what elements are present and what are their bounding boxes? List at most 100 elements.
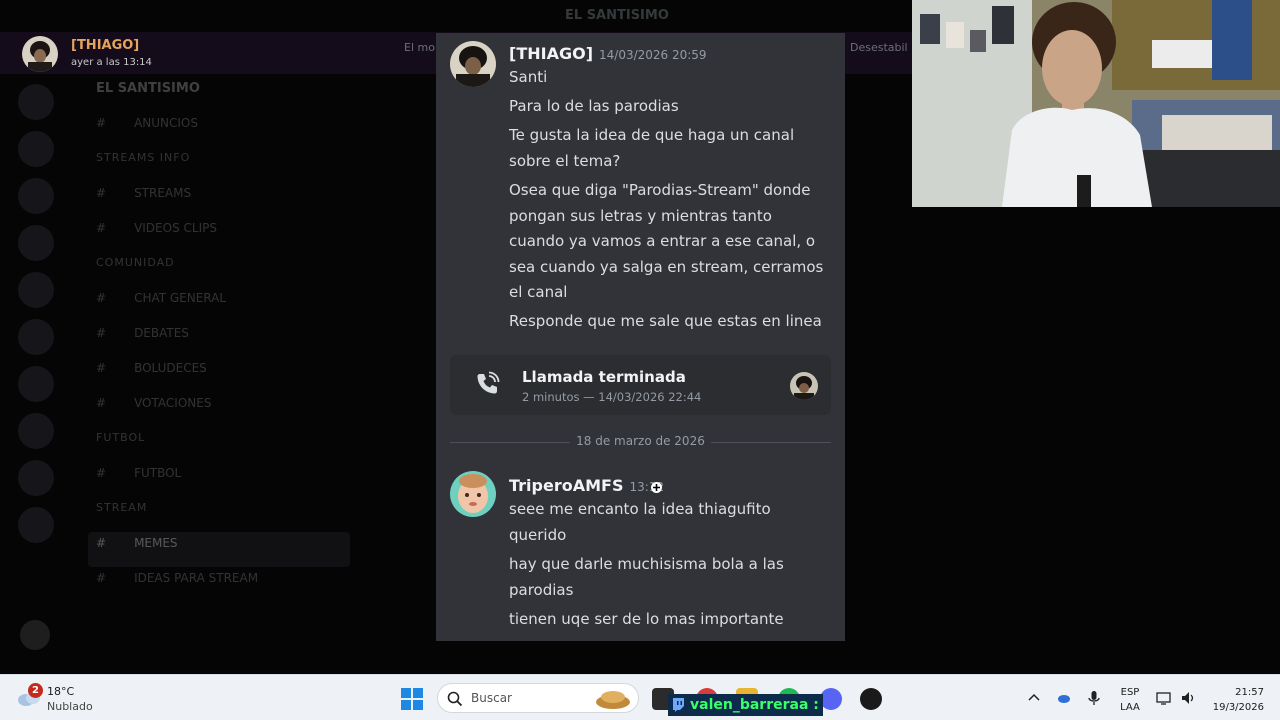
- channel-label: FUTBOL: [134, 466, 182, 480]
- avatar[interactable]: [450, 41, 496, 87]
- weather-condition[interactable]: Nublado: [47, 700, 93, 713]
- call-ended-card: Llamada terminada 2 minutos — 14/03/2026…: [450, 355, 831, 415]
- message-line: Te gusta la idea de que haga un canal: [509, 126, 795, 144]
- channel-label: DEBATES: [134, 326, 189, 340]
- avatar[interactable]: [20, 620, 50, 650]
- message-line: pongan sus letras y mientras tanto: [509, 207, 772, 225]
- server-list: [18, 84, 58, 554]
- date-divider: 18 de marzo de 2026: [450, 433, 831, 451]
- weather-temperature[interactable]: 18°C: [47, 685, 74, 698]
- message-header: TriperoAMFS 13:12: [509, 476, 664, 495]
- channel-item[interactable]: # DEBATES: [88, 322, 350, 357]
- date-divider-label: 18 de marzo de 2026: [576, 434, 705, 448]
- overlay-username-text: valen_barreraa :: [690, 697, 819, 713]
- taskbar: 2 18°C Nublado Buscar valen_barreraa: E…: [0, 674, 1280, 720]
- user-panel: [20, 620, 350, 656]
- message-line: Osea que diga "Parodias-Stream" donde: [509, 181, 811, 199]
- channel-item[interactable]: # CHAT GENERAL: [88, 287, 350, 322]
- cloud-sync-icon[interactable]: [1056, 690, 1072, 706]
- avatar[interactable]: [790, 372, 818, 400]
- channel-label: IDEAS PARA STREAM: [134, 571, 259, 585]
- server-icon[interactable]: [18, 460, 54, 496]
- message-line: seee me encanto la idea thiagufito: [509, 500, 771, 518]
- obs-icon[interactable]: [860, 688, 882, 710]
- message-line: Responde que me sale que estas en linea: [509, 312, 822, 330]
- message-timestamp: 14/03/2026 20:59: [599, 48, 707, 62]
- channel-category[interactable]: COMUNIDAD: [88, 252, 350, 287]
- server-icon[interactable]: [18, 131, 54, 167]
- server-icon[interactable]: [18, 178, 54, 214]
- message-line: parodias: [509, 581, 574, 599]
- message-line: sea cuando ya salga en stream, cerramos: [509, 258, 824, 276]
- keyboard-layout: LAA: [1120, 702, 1140, 713]
- message-line: Santi: [509, 68, 548, 86]
- hash-icon: #: [96, 116, 107, 130]
- volume-icon[interactable]: [1180, 690, 1196, 706]
- notification-time: ayer a las 13:14: [71, 57, 152, 68]
- channel-item[interactable]: # VIDEOS CLIPS: [88, 217, 350, 252]
- notification-hint: El mo: [404, 41, 435, 54]
- search-highlight-icon: [596, 691, 630, 709]
- taskbar-search[interactable]: Buscar: [437, 683, 639, 713]
- channel-label: ANUNCIOS: [134, 116, 198, 130]
- message-line: Para lo de las parodias: [509, 97, 679, 115]
- twitch-icon: [673, 698, 684, 712]
- channel-list: # ANUNCIOS STREAMS INFO # STREAMS # VIDEOS CLI…: [88, 112, 350, 602]
- window-title: EL SANTISIMO: [565, 8, 669, 23]
- channel-label: COMUNIDAD: [96, 256, 175, 269]
- stream-overlay-username: valen_barreraa :: [668, 694, 823, 716]
- channel-item[interactable]: # ANUNCIOS: [88, 112, 350, 147]
- notification-author: [THIAGO]: [71, 38, 140, 53]
- message-panel: [THIAGO] 14/03/2026 20:59 Santi Para lo de…: [436, 33, 845, 641]
- language-indicator[interactable]: ESP LAA: [1118, 685, 1142, 715]
- language-code: ESP: [1120, 687, 1140, 698]
- system-clock[interactable]: 21:57 19/3/2026: [1198, 685, 1264, 715]
- channel-item[interactable]: # STREAMS: [88, 182, 350, 217]
- message-line: tienen uqe ser de lo mas importante: [509, 610, 784, 628]
- server-icon[interactable]: [18, 225, 54, 261]
- message-line: cuando ya vamos a entrar a ese canal, o: [509, 232, 816, 250]
- channel-label: FUTBOL: [96, 431, 146, 444]
- discord-icon[interactable]: [820, 688, 842, 710]
- server-icon[interactable]: [18, 272, 54, 308]
- channel-item[interactable]: # MEMES: [88, 532, 350, 567]
- channel-label: STREAMS INFO: [96, 151, 191, 164]
- hash-icon: #: [96, 536, 107, 550]
- search-placeholder: Buscar: [471, 691, 512, 705]
- chevron-up-icon[interactable]: [1026, 690, 1042, 706]
- hash-icon: #: [96, 326, 107, 340]
- channel-label: CHAT GENERAL: [134, 291, 227, 305]
- server-icon[interactable]: [18, 413, 54, 449]
- channel-item[interactable]: # VOTACIONES: [88, 392, 350, 427]
- channel-item[interactable]: # FUTBOL: [88, 462, 350, 497]
- hash-icon: #: [96, 291, 107, 305]
- channel-category[interactable]: STREAM: [88, 497, 350, 532]
- notification-hint-right: Desestabil: [850, 41, 908, 54]
- server-icon[interactable]: [18, 507, 54, 543]
- channel-label: STREAMS: [134, 186, 192, 200]
- windows-start-icon[interactable]: [401, 688, 423, 710]
- message-author[interactable]: TriperoAMFS: [509, 476, 623, 495]
- server-icon[interactable]: [18, 366, 54, 402]
- channel-category[interactable]: STREAMS INFO: [88, 147, 350, 182]
- avatar: [22, 36, 58, 72]
- message-line: hay que darle muchisisma bola a las: [509, 555, 784, 573]
- message-line: querido: [509, 526, 567, 544]
- notification-badge: 2: [28, 683, 43, 698]
- clock-time: 21:57: [1235, 687, 1264, 698]
- call-title: Llamada terminada: [522, 368, 686, 386]
- clock-date: 19/3/2026: [1212, 702, 1264, 713]
- channel-item[interactable]: # BOLUDECES: [88, 357, 350, 392]
- server-name[interactable]: EL SANTISIMO: [88, 76, 350, 112]
- network-icon[interactable]: [1156, 690, 1172, 706]
- server-icon[interactable]: [18, 84, 54, 120]
- channel-label: STREAM: [96, 501, 148, 514]
- microphone-icon[interactable]: [1086, 690, 1102, 706]
- channel-item[interactable]: # IDEAS PARA STREAM: [88, 567, 350, 602]
- avatar[interactable]: [450, 471, 496, 517]
- channel-category[interactable]: FUTBOL: [88, 427, 350, 462]
- webcam-feed: [912, 0, 1280, 207]
- hash-icon: #: [96, 221, 107, 235]
- server-icon[interactable]: [18, 319, 54, 355]
- message-author[interactable]: [THIAGO]: [509, 44, 593, 63]
